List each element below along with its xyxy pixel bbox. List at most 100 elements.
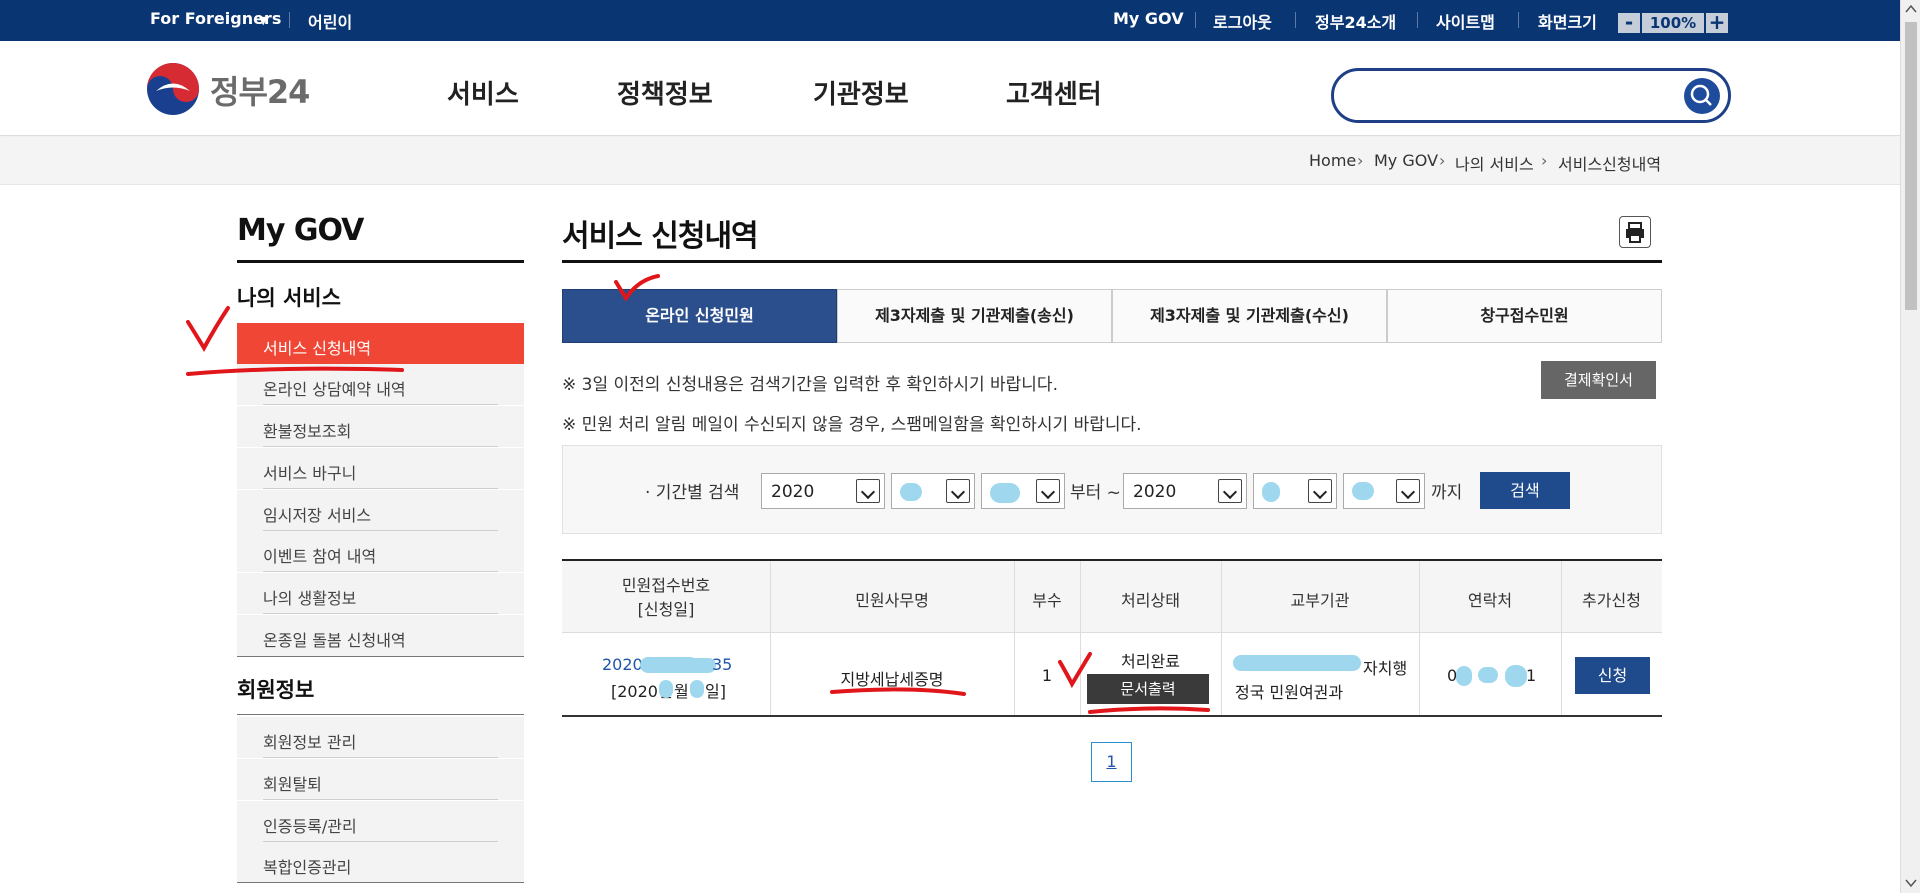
- date-day: 일]: [705, 682, 726, 701]
- column-header-copies: 부수: [1032, 591, 1062, 610]
- search-icon: [1690, 84, 1712, 106]
- kids-link[interactable]: 어린이: [308, 9, 352, 33]
- sidebar-item-member-manage[interactable]: 회원정보 관리: [237, 717, 524, 758]
- search-period-button[interactable]: 검색: [1480, 472, 1570, 509]
- redacted-value: [1262, 482, 1280, 502]
- from-day-select[interactable]: [981, 473, 1065, 509]
- scroll-up-icon[interactable]: [1905, 4, 1917, 14]
- agency-line1: 자치행: [1363, 659, 1408, 678]
- from-year-value: 2020: [771, 482, 815, 502]
- sidebar-item-refund[interactable]: 환불정보조회: [237, 406, 524, 447]
- red-underline-annotation: [830, 652, 1210, 714]
- print-button[interactable]: [1619, 216, 1651, 248]
- sidebar-item-label: 온종일 돌봄 신청내역: [263, 631, 406, 650]
- from-year-select[interactable]: 2020: [761, 473, 885, 509]
- sidebar-item-temp-save[interactable]: 임시저장 서비스: [237, 490, 524, 531]
- sidebar-title-underline: [237, 260, 524, 263]
- column-header-receipt-no: 민원접수번호 [신청일]: [621, 576, 711, 619]
- from-month-select[interactable]: [891, 473, 975, 509]
- mygov-link[interactable]: My GOV: [1113, 9, 1184, 28]
- sidebar-item-label: 환불정보조회: [263, 422, 352, 441]
- breadcrumb-mygov[interactable]: My GOV: [1374, 151, 1438, 170]
- tab-online[interactable]: 온라인 신청민원: [562, 289, 837, 343]
- redacted-value: [670, 658, 716, 673]
- breadcrumb-myservice[interactable]: 나의 서비스: [1455, 151, 1534, 175]
- to-month-select[interactable]: [1253, 473, 1337, 509]
- divider: [237, 656, 524, 657]
- divider: [237, 882, 524, 883]
- page-scrollbar[interactable]: [1900, 0, 1920, 893]
- tab-third-party-receive[interactable]: 제3자제출 및 기관제출(수신): [1112, 289, 1387, 343]
- sidebar-item-label: 나의 생활정보: [263, 589, 357, 608]
- top-utility-bar: For Foreigners ▼ 어린이 My GOV 로그아웃 정부24소개 …: [0, 0, 1900, 41]
- redacted-value: [1505, 665, 1527, 687]
- chevron-down-icon: [1218, 479, 1242, 503]
- from-suffix: 부터 ~: [1070, 483, 1121, 503]
- zoom-value: 100%: [1642, 13, 1704, 33]
- logout-link[interactable]: 로그아웃: [1213, 9, 1272, 33]
- search-input[interactable]: [1350, 81, 1670, 109]
- chevron-down-icon: [1396, 479, 1420, 503]
- chevron-down-icon: [856, 479, 880, 503]
- sidebar-item-cert-manage[interactable]: 인증등록/관리: [237, 801, 524, 842]
- sidebar-item-label: 서비스 바구니: [263, 464, 357, 483]
- receipt-no-suffix[interactable]: 35: [712, 655, 732, 674]
- tab-counter[interactable]: 창구접수민원: [1387, 289, 1662, 343]
- to-year-value: 2020: [1133, 482, 1177, 502]
- zoom-in-button[interactable]: +: [1706, 12, 1728, 33]
- nav-policy[interactable]: 정책정보: [617, 74, 713, 111]
- page-title: 서비스 신청내역: [562, 219, 759, 254]
- column-header-additional: 추가신청: [1582, 591, 1641, 610]
- scroll-down-icon[interactable]: [1905, 878, 1917, 888]
- sidebar-item-label: 이벤트 참여 내역: [263, 547, 377, 566]
- breadcrumb-current: 서비스신청내역: [1558, 155, 1662, 174]
- about-link[interactable]: 정부24소개: [1315, 9, 1396, 33]
- chevron-down-icon: [946, 479, 970, 503]
- receipt-no-link[interactable]: 2020: [602, 655, 643, 674]
- period-filter-label: · 기간별 검색: [645, 483, 740, 503]
- scrollbar-thumb[interactable]: [1905, 22, 1917, 310]
- gov-logo-icon[interactable]: [146, 62, 200, 116]
- column-header-agency: 교부기관: [1290, 591, 1350, 610]
- divider: [1195, 12, 1196, 28]
- sidebar-item-multi-auth[interactable]: 복합인증관리: [237, 842, 524, 883]
- sidebar-item-life-info[interactable]: 나의 생활정보: [237, 573, 524, 614]
- divider: [1518, 12, 1519, 28]
- apply-button[interactable]: 신청: [1575, 657, 1650, 694]
- contact-suffix: 1: [1526, 666, 1537, 685]
- to-day-select[interactable]: [1343, 473, 1425, 509]
- column-header-status: 처리상태: [1121, 591, 1180, 610]
- sidebar-title: My GOV: [237, 213, 364, 248]
- sidebar-item-event[interactable]: 이벤트 참여 내역: [237, 531, 524, 572]
- caret-down-icon[interactable]: ▼: [259, 14, 267, 27]
- chevron-right-icon: ›: [1357, 151, 1364, 170]
- notice-text: ※ 민원 처리 알림 메일이 수신되지 않을 경우, 스팸메일함을 확인하시기 …: [562, 415, 1142, 435]
- to-suffix: 까지: [1431, 483, 1463, 503]
- nav-agency[interactable]: 기관정보: [813, 74, 909, 111]
- notice-text: ※ 3일 이전의 신청내용은 검색기간을 입력한 후 확인하시기 바랍니다.: [562, 375, 1058, 395]
- sidebar-item-basket[interactable]: 서비스 바구니: [237, 448, 524, 489]
- nav-services[interactable]: 서비스: [447, 74, 519, 111]
- breadcrumb-home[interactable]: Home: [1309, 151, 1356, 170]
- pagination-page[interactable]: 1: [1091, 742, 1132, 782]
- sidebar-item-childcare[interactable]: 온종일 돌봄 신청내역: [237, 615, 524, 656]
- redacted-value: [990, 483, 1020, 503]
- column-header-contact: 연락처: [1467, 591, 1513, 610]
- agency-line2: 정국 민원여권과: [1235, 683, 1344, 702]
- redacted-value: [1456, 666, 1472, 686]
- sitemap-link[interactable]: 사이트맵: [1436, 9, 1495, 33]
- sidebar-item-label: 임시저장 서비스: [263, 506, 372, 525]
- logo-text[interactable]: 정부24: [210, 67, 310, 113]
- search-button[interactable]: [1684, 78, 1720, 114]
- sidebar-item-withdraw[interactable]: 회원탈퇴: [237, 759, 524, 800]
- zoom-out-button[interactable]: -: [1618, 12, 1640, 33]
- sidebar-item-label: 복합인증관리: [263, 858, 352, 877]
- redacted-value: [1233, 655, 1361, 671]
- sidebar-section-member: 회원정보: [237, 678, 315, 702]
- nav-support[interactable]: 고객센터: [1006, 74, 1102, 111]
- payment-receipt-button[interactable]: 결제확인서: [1541, 361, 1656, 399]
- to-year-select[interactable]: 2020: [1123, 473, 1247, 509]
- breadcrumb: Home › My GOV › 나의 서비스 › 서비스신청내역: [0, 137, 1900, 185]
- sidebar-item-label: 회원정보 관리: [263, 733, 357, 752]
- tab-third-party-send[interactable]: 제3자제출 및 기관제출(송신): [837, 289, 1112, 343]
